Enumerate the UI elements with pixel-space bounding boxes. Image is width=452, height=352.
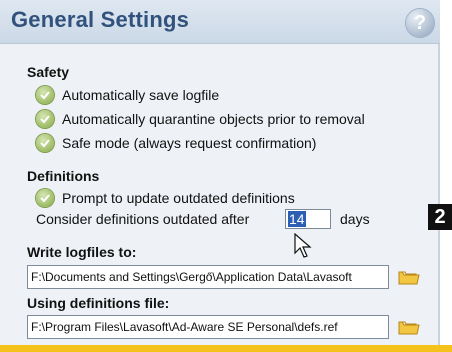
option-label: Automatically save logfile bbox=[62, 87, 220, 103]
folder-icon[interactable] bbox=[398, 318, 420, 336]
outdated-days-value: 14 bbox=[288, 211, 306, 227]
days-unit-label: days bbox=[340, 211, 370, 227]
definitions-section-title: Definitions bbox=[27, 168, 100, 184]
help-icon[interactable]: ? bbox=[406, 9, 434, 37]
option-label: Prompt to update outdated definitions bbox=[62, 190, 295, 206]
defs-file-label: Using definitions file: bbox=[27, 295, 170, 311]
check-icon[interactable] bbox=[36, 189, 54, 207]
check-icon[interactable] bbox=[36, 86, 54, 104]
accent-bar bbox=[0, 345, 452, 352]
check-icon[interactable] bbox=[36, 134, 54, 152]
general-settings-panel: General Settings ? Safety Automatically … bbox=[0, 0, 440, 352]
mouse-cursor-icon bbox=[294, 232, 312, 264]
panel-header: General Settings ? bbox=[0, 0, 440, 44]
logfile-path-input[interactable]: F:\Documents and Settings\Gergő\Applicat… bbox=[27, 265, 389, 289]
panel-title: General Settings bbox=[11, 7, 190, 32]
step-number-badge: 2 bbox=[428, 204, 452, 230]
folder-icon[interactable] bbox=[398, 268, 420, 286]
outdated-days-input[interactable]: 14 bbox=[285, 209, 331, 229]
option-label: Automatically quarantine objects prior t… bbox=[62, 111, 365, 127]
option-label: Safe mode (always request confirmation) bbox=[62, 135, 317, 151]
check-icon[interactable] bbox=[36, 110, 54, 128]
defs-file-path-input[interactable]: F:\Program Files\Lavasoft\Ad-Aware SE Pe… bbox=[27, 315, 389, 339]
safety-section-title: Safety bbox=[27, 64, 70, 80]
outdated-label: Consider definitions outdated after bbox=[36, 211, 250, 227]
logfiles-label: Write logfiles to: bbox=[27, 244, 137, 260]
